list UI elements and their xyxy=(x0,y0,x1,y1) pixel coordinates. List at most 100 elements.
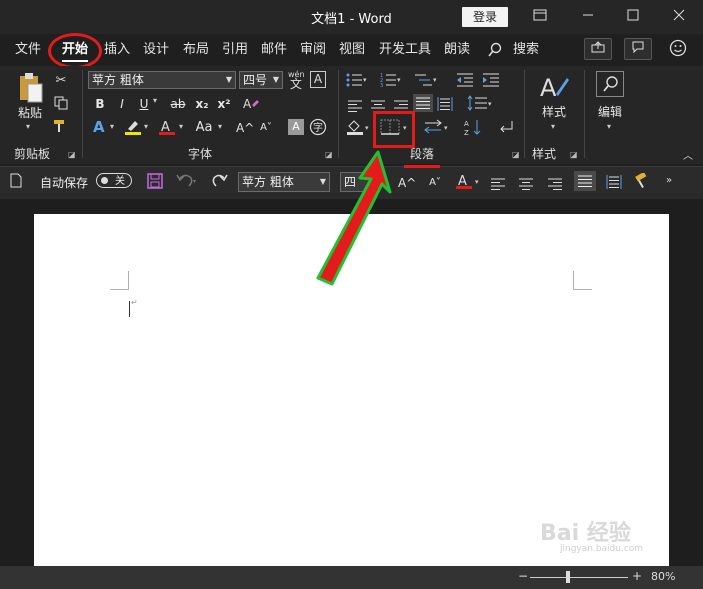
grow-font-button[interactable]: A^ xyxy=(236,119,254,137)
paragraph-launcher-icon[interactable]: ◪ xyxy=(512,150,520,159)
quick-font-color-icon[interactable]: A ▾ xyxy=(455,172,483,194)
copy-icon[interactable] xyxy=(52,96,70,114)
tab-file[interactable]: 文件 xyxy=(15,40,41,60)
font-color-dropdown-icon[interactable]: ▾ xyxy=(179,122,183,131)
enclose-characters-icon[interactable]: 字 xyxy=(309,118,327,140)
strikethrough-button[interactable]: ab xyxy=(168,95,188,113)
zoom-slider[interactable] xyxy=(530,577,628,578)
quick-align-center-icon[interactable] xyxy=(518,175,534,194)
comments-icon[interactable] xyxy=(624,38,652,60)
character-shading-button[interactable]: A xyxy=(288,119,304,135)
sort-icon[interactable]: AZ xyxy=(464,118,484,140)
character-border-button[interactable]: A xyxy=(310,71,326,88)
paste-dropdown-icon[interactable]: ▾ xyxy=(26,122,30,131)
minimize-icon[interactable] xyxy=(578,7,598,27)
chinese-layout-icon[interactable]: ▾ xyxy=(423,118,451,140)
styles-button[interactable]: 样式 xyxy=(536,103,572,121)
redo-icon[interactable] xyxy=(210,172,228,192)
quick-align-right-icon[interactable] xyxy=(547,175,563,194)
undo-icon[interactable]: ▾ xyxy=(176,172,198,192)
increase-indent-icon[interactable] xyxy=(482,72,500,92)
clipboard-group-label: 剪贴板 xyxy=(14,147,51,161)
tab-view[interactable]: 视图 xyxy=(339,40,365,60)
paste-icon[interactable] xyxy=(16,72,46,108)
bold-button[interactable]: B xyxy=(92,95,108,113)
svg-text:▾: ▾ xyxy=(397,76,401,84)
restore-ribbon-icon[interactable] xyxy=(530,7,550,27)
tab-developer[interactable]: 开发工具 xyxy=(379,40,431,60)
distributed-icon[interactable] xyxy=(437,96,453,115)
font-name-value: 苹方 粗体 xyxy=(92,73,144,87)
maximize-icon[interactable] xyxy=(623,7,643,27)
show-hide-marks-icon[interactable] xyxy=(497,118,515,140)
shrink-font-button[interactable]: A˅ xyxy=(258,119,274,137)
font-name-combo[interactable]: 苹方 粗体 ▼ xyxy=(88,71,236,89)
highlight-dropdown-icon[interactable]: ▾ xyxy=(144,122,148,131)
decrease-indent-icon[interactable] xyxy=(456,72,474,92)
clipboard-launcher-icon[interactable]: ◪ xyxy=(68,150,76,159)
line-spacing-icon[interactable]: ▾ xyxy=(467,95,495,115)
tab-insert[interactable]: 插入 xyxy=(104,40,130,60)
zoom-out-icon[interactable]: − xyxy=(518,569,528,583)
zoom-slider-thumb[interactable] xyxy=(566,571,570,583)
font-size-combo[interactable]: 四号 ▼ xyxy=(239,71,283,89)
cut-icon[interactable]: ✂ xyxy=(52,72,70,90)
paste-button[interactable]: 粘贴 xyxy=(12,104,48,122)
collapse-ribbon-icon[interactable]: ︿ xyxy=(683,147,693,162)
quick-align-left-icon[interactable] xyxy=(490,175,506,194)
find-icon[interactable] xyxy=(596,71,624,97)
underline-dropdown-icon[interactable]: ▾ xyxy=(153,96,157,105)
annotation-underline-paragraph xyxy=(404,165,440,168)
tab-mailings[interactable]: 邮件 xyxy=(261,40,287,60)
quick-justify-icon[interactable] xyxy=(574,171,596,191)
page-margin-corner-top-right xyxy=(573,271,592,290)
format-painter-icon[interactable] xyxy=(52,119,70,137)
more-commands-icon[interactable]: » xyxy=(666,175,672,186)
zoom-in-icon[interactable]: + xyxy=(632,569,642,583)
tab-layout[interactable]: 布局 xyxy=(183,40,209,60)
login-button[interactable]: 登录 xyxy=(462,7,508,27)
change-case-dropdown-icon[interactable]: ▾ xyxy=(218,122,222,131)
multilevel-list-icon[interactable]: ▾ xyxy=(414,72,438,92)
change-case-button[interactable]: Aa xyxy=(192,119,216,137)
tab-review[interactable]: 审阅 xyxy=(300,40,326,60)
quick-format-painter-icon[interactable] xyxy=(634,171,650,193)
editing-button[interactable]: 编辑 xyxy=(592,103,628,121)
numbering-icon[interactable]: 1 2 3 ▾ xyxy=(380,72,402,92)
tab-references[interactable]: 引用 xyxy=(222,40,248,60)
shading-icon[interactable]: ▾ xyxy=(346,118,372,140)
styles-dropdown-icon[interactable]: ▾ xyxy=(551,122,555,131)
close-icon[interactable] xyxy=(669,7,689,27)
tab-design[interactable]: 设计 xyxy=(143,40,169,60)
smiley-feedback-icon[interactable] xyxy=(669,39,687,61)
styles-launcher-icon[interactable]: ◪ xyxy=(570,150,578,159)
zoom-level[interactable]: 80% xyxy=(651,570,675,583)
italic-button[interactable]: I xyxy=(114,95,130,113)
text-effects-dropdown-icon[interactable]: ▾ xyxy=(110,122,114,131)
justify-icon[interactable] xyxy=(413,94,433,112)
annotation-box-borders xyxy=(373,111,415,148)
superscript-button[interactable]: x² xyxy=(215,95,233,113)
highlight-color-icon[interactable] xyxy=(124,118,142,140)
save-icon[interactable] xyxy=(147,173,163,193)
annotation-green-arrow xyxy=(296,148,396,292)
quick-shrink-font-button[interactable]: A˅ xyxy=(426,174,444,192)
phonetic-guide-button[interactable]: wén 文 xyxy=(288,70,305,90)
bullets-icon[interactable]: ▾ xyxy=(346,72,368,92)
styles-icon[interactable]: A xyxy=(538,72,570,106)
share-icon[interactable] xyxy=(584,38,612,60)
tab-read-aloud[interactable]: 朗读 xyxy=(444,40,470,60)
quick-distributed-icon[interactable] xyxy=(606,174,622,193)
text-effects-icon[interactable]: A xyxy=(92,118,108,140)
font-group-label: 字体 xyxy=(188,147,213,161)
align-left-icon[interactable] xyxy=(347,97,363,116)
font-color-icon[interactable]: A xyxy=(158,118,176,140)
new-document-icon[interactable] xyxy=(10,173,22,192)
subscript-button[interactable]: x₂ xyxy=(193,95,211,113)
search-icon[interactable] xyxy=(487,42,503,62)
quick-grow-font-button[interactable]: A^ xyxy=(398,174,416,192)
tab-search[interactable]: 搜索 xyxy=(513,40,539,60)
clear-formatting-icon[interactable]: A xyxy=(242,96,260,116)
underline-button[interactable]: U xyxy=(136,95,152,113)
editing-dropdown-icon[interactable]: ▾ xyxy=(607,122,611,131)
